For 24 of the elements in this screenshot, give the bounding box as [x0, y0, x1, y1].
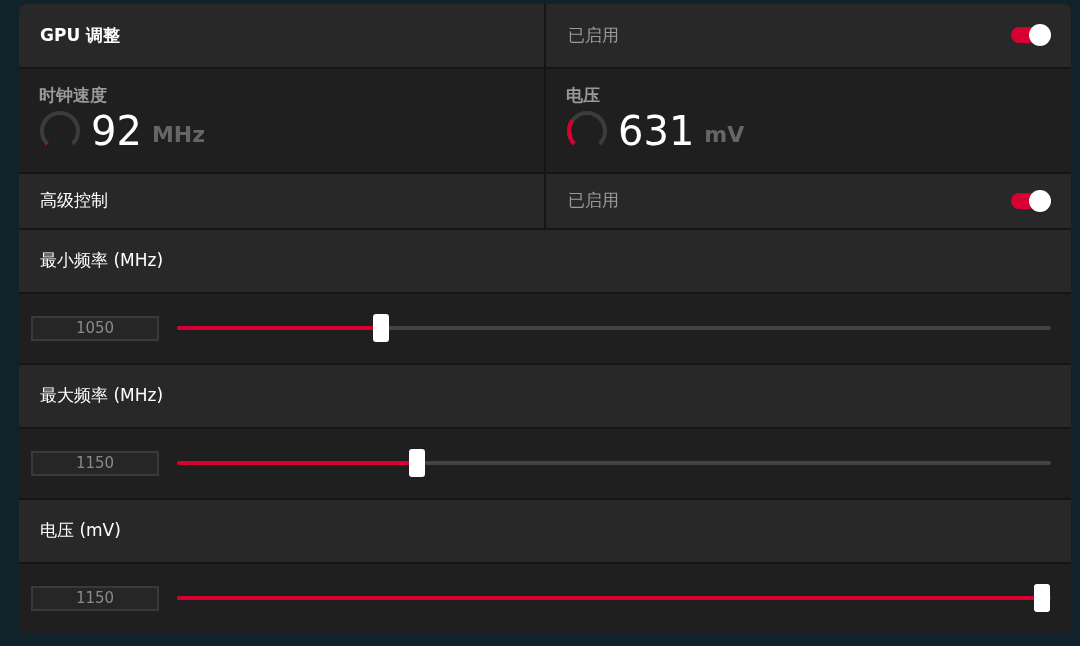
section-title: 高级控制 [40, 189, 108, 213]
slider-label: 最大频率 (MHz) [40, 384, 164, 408]
status-label: 已启用 [568, 23, 619, 47]
value-field[interactable]: 1150 [31, 450, 159, 476]
gauge-value: 631 [618, 111, 695, 152]
status-label: 已启用 [568, 189, 619, 213]
gauge-label: 时钟速度 [39, 83, 108, 107]
gauge-label: 电压 [566, 83, 601, 107]
section-title: GPU 调整 [40, 23, 121, 47]
toggle-switch[interactable] [1011, 193, 1051, 210]
toggle-switch[interactable] [1011, 27, 1051, 44]
slider-thumb[interactable] [372, 314, 389, 343]
slider[interactable] [177, 584, 1051, 613]
value-field[interactable]: 1150 [31, 585, 159, 611]
slider[interactable] [177, 449, 1051, 478]
slider-thumb[interactable] [1034, 584, 1051, 613]
slider-label: 最小频率 (MHz) [40, 249, 164, 273]
gauge-unit: MHz [151, 120, 205, 149]
slider-thumb[interactable] [409, 449, 426, 478]
slider-label: 电压 (mV) [40, 519, 121, 543]
value-field[interactable]: 1050 [31, 315, 159, 341]
gauge-value: 92 [91, 111, 142, 152]
gauge-unit: mV [704, 120, 745, 149]
slider[interactable] [177, 314, 1051, 343]
